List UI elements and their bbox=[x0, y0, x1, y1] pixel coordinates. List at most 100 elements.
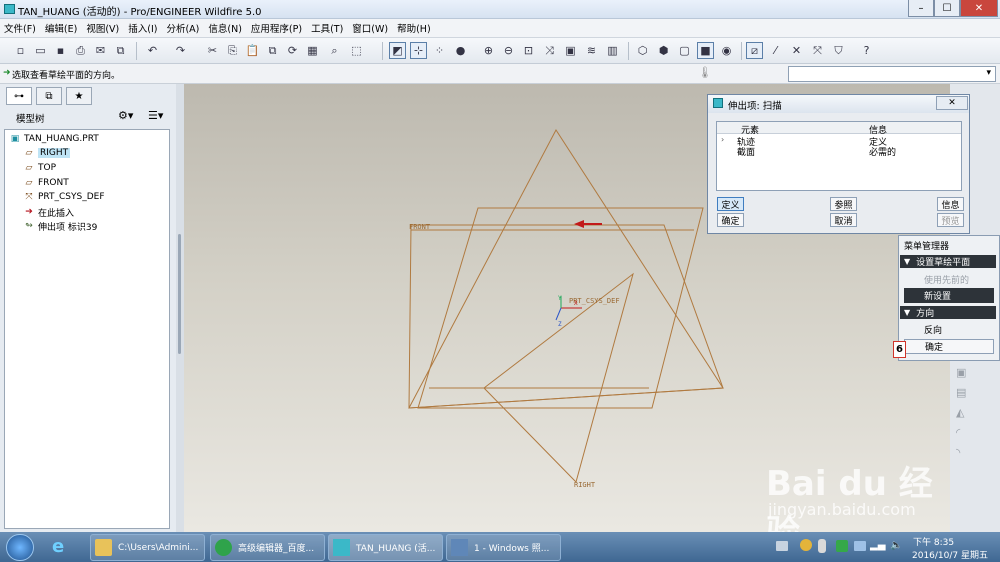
task-explorer[interactable]: C:\Users\Admini... bbox=[90, 534, 205, 561]
selection-box-icon[interactable]: ⬚ bbox=[348, 42, 365, 59]
point-display-icon[interactable]: ✕ bbox=[788, 42, 805, 59]
menu-tools[interactable]: 工具(T) bbox=[311, 21, 343, 35]
reorient-icon[interactable]: ⤨ bbox=[541, 42, 558, 59]
folder-browser-tab[interactable]: ⧉ bbox=[36, 87, 62, 105]
references-button[interactable]: 参照 bbox=[830, 197, 857, 211]
shading-icon[interactable]: ● bbox=[452, 42, 469, 59]
csys-display-icon[interactable]: ⤧ bbox=[809, 42, 826, 59]
hidden-line-icon[interactable]: ⬢ bbox=[655, 42, 672, 59]
clock-time[interactable]: 下午 8:35 bbox=[913, 535, 954, 548]
ie-icon[interactable]: e bbox=[52, 536, 76, 559]
cut-icon[interactable]: ✂ bbox=[204, 42, 221, 59]
menu-file[interactable]: 文件(F) bbox=[4, 21, 36, 35]
annotation-display-icon[interactable]: ⛉ bbox=[830, 42, 847, 59]
info-button[interactable]: 信息 bbox=[937, 197, 964, 211]
plane-display-icon[interactable]: ⧄ bbox=[746, 42, 763, 59]
menu-window[interactable]: 窗口(W) bbox=[352, 21, 388, 35]
no-hidden-icon[interactable]: ▢ bbox=[676, 42, 693, 59]
send-mail-icon[interactable]: ✉ bbox=[92, 42, 109, 59]
tree-show-icon[interactable]: ☰▾ bbox=[148, 109, 163, 122]
shaded-icon[interactable]: ■ bbox=[697, 42, 714, 59]
define-button[interactable]: 定义 bbox=[717, 197, 744, 211]
ok-button[interactable]: 确定 bbox=[717, 213, 744, 227]
close-button[interactable]: ✕ bbox=[960, 0, 998, 17]
zoom-out-icon[interactable]: ⊖ bbox=[500, 42, 517, 59]
menu-applications[interactable]: 应用程序(P) bbox=[251, 21, 302, 35]
tree-item[interactable]: ▱ RIGHT bbox=[23, 146, 71, 160]
favorites-tab[interactable]: ★ bbox=[66, 87, 92, 105]
datum-plane-display-icon[interactable]: ◩ bbox=[389, 42, 406, 59]
security-icon[interactable] bbox=[836, 540, 848, 552]
layers-icon[interactable]: ≋ bbox=[583, 42, 600, 59]
tree-item[interactable]: ↬ 伸出项 标识39 bbox=[23, 219, 97, 233]
hole-tool-icon[interactable]: ▣ bbox=[956, 366, 969, 379]
qq-icon[interactable] bbox=[800, 539, 812, 551]
filter-dropdown[interactable]: ▾ bbox=[788, 66, 996, 82]
zoom-in-icon[interactable]: ⊕ bbox=[480, 42, 497, 59]
menu-edit[interactable]: 编辑(E) bbox=[45, 21, 77, 35]
save-icon[interactable]: ▪ bbox=[52, 42, 69, 59]
tray-icon[interactable] bbox=[818, 539, 826, 553]
paste-icon[interactable]: 📋 bbox=[244, 42, 261, 59]
section-set-sketch-plane[interactable]: ▼ 设置草绘平面 bbox=[900, 255, 996, 268]
preview-button[interactable]: 预览 bbox=[937, 213, 964, 227]
menu-info[interactable]: 信息(N) bbox=[208, 21, 242, 35]
wireframe-icon[interactable]: ⬡ bbox=[634, 42, 651, 59]
model-player-icon[interactable]: ▦ bbox=[304, 42, 321, 59]
display-icon[interactable] bbox=[854, 541, 866, 551]
start-button[interactable] bbox=[6, 534, 34, 561]
datum-axis-display-icon[interactable]: ⊹ bbox=[410, 42, 427, 59]
volume-icon[interactable]: 🔈 bbox=[890, 540, 902, 552]
task-proe[interactable]: TAN_HUANG (活... bbox=[328, 534, 443, 561]
regenerate-icon[interactable]: ⟳ bbox=[284, 42, 301, 59]
context-help-icon[interactable]: ? bbox=[858, 42, 875, 59]
enhanced-realism-icon[interactable]: ◉ bbox=[718, 42, 735, 59]
rib-tool-icon[interactable]: ◭ bbox=[956, 406, 969, 419]
model-tree-tab[interactable]: ⊶ bbox=[6, 87, 32, 105]
tree-item[interactable]: ▱ FRONT bbox=[23, 176, 69, 190]
undo-icon[interactable]: ↶ bbox=[144, 42, 161, 59]
task-browser[interactable]: 高级编辑器_百度... bbox=[210, 534, 325, 561]
shell-tool-icon[interactable]: ▤ bbox=[956, 386, 969, 399]
new-file-icon[interactable]: ▫ bbox=[12, 42, 29, 59]
menu-help[interactable]: 帮助(H) bbox=[397, 21, 431, 35]
round-tool-icon[interactable]: ◜ bbox=[956, 426, 969, 439]
copy-icon[interactable]: ⎘ bbox=[224, 42, 241, 59]
refit-icon[interactable]: ⊡ bbox=[520, 42, 537, 59]
okay-item[interactable]: 确定 bbox=[904, 339, 994, 354]
saved-views-icon[interactable]: ▣ bbox=[562, 42, 579, 59]
tree-item[interactable]: ▣ TAN_HUANG.PRT bbox=[9, 132, 99, 146]
axis-display-icon[interactable]: ⁄ bbox=[767, 42, 784, 59]
menu-view[interactable]: 视图(V) bbox=[86, 21, 119, 35]
tree-item[interactable]: ⤧ PRT_CSYS_DEF bbox=[23, 190, 104, 204]
datum-point-display-icon[interactable]: ⁘ bbox=[431, 42, 448, 59]
open-file-icon[interactable]: ▭ bbox=[32, 42, 49, 59]
new-setup-item[interactable]: 新设置 bbox=[904, 288, 994, 303]
section-direction[interactable]: ▼ 方向 bbox=[900, 306, 996, 319]
network-icon[interactable]: ▂▄ bbox=[870, 540, 885, 552]
print-icon[interactable]: ⎙ bbox=[72, 42, 89, 59]
panel-splitter[interactable] bbox=[176, 84, 184, 532]
maximize-button[interactable]: ☐ bbox=[934, 0, 960, 17]
find-icon[interactable]: ⌕ bbox=[326, 42, 343, 59]
cancel-button[interactable]: 取消 bbox=[830, 213, 857, 227]
direction-arrow-icon[interactable] bbox=[574, 220, 584, 228]
use-previous-item[interactable]: 使用先前的 bbox=[904, 272, 994, 287]
tree-item[interactable]: ▱ TOP bbox=[23, 161, 56, 175]
splitter-handle[interactable] bbox=[178, 234, 181, 354]
dialog-close-button[interactable]: ✕ bbox=[936, 96, 968, 110]
paste-special-icon[interactable]: ⧉ bbox=[264, 42, 281, 59]
minimize-button[interactable]: – bbox=[908, 0, 934, 17]
task-photo-viewer[interactable]: 1 - Windows 照... bbox=[446, 534, 561, 561]
menu-analysis[interactable]: 分析(A) bbox=[166, 21, 199, 35]
tree-settings-icon[interactable]: ⚙▾ bbox=[118, 109, 133, 122]
menu-insert[interactable]: 插入(I) bbox=[128, 21, 157, 35]
keyboard-icon[interactable] bbox=[776, 541, 788, 551]
chamfer-tool-icon[interactable]: ◝ bbox=[956, 446, 969, 459]
redo-icon[interactable]: ↷ bbox=[172, 42, 189, 59]
clock-date[interactable]: 2016/10/7 星期五 bbox=[912, 548, 988, 561]
row-expand-icon[interactable]: › bbox=[721, 135, 724, 144]
send-link-icon[interactable]: ⧉ bbox=[112, 42, 129, 59]
tree-item[interactable]: ➔ 在此插入 bbox=[23, 205, 74, 219]
appearance-icon[interactable]: ▥ bbox=[604, 42, 621, 59]
